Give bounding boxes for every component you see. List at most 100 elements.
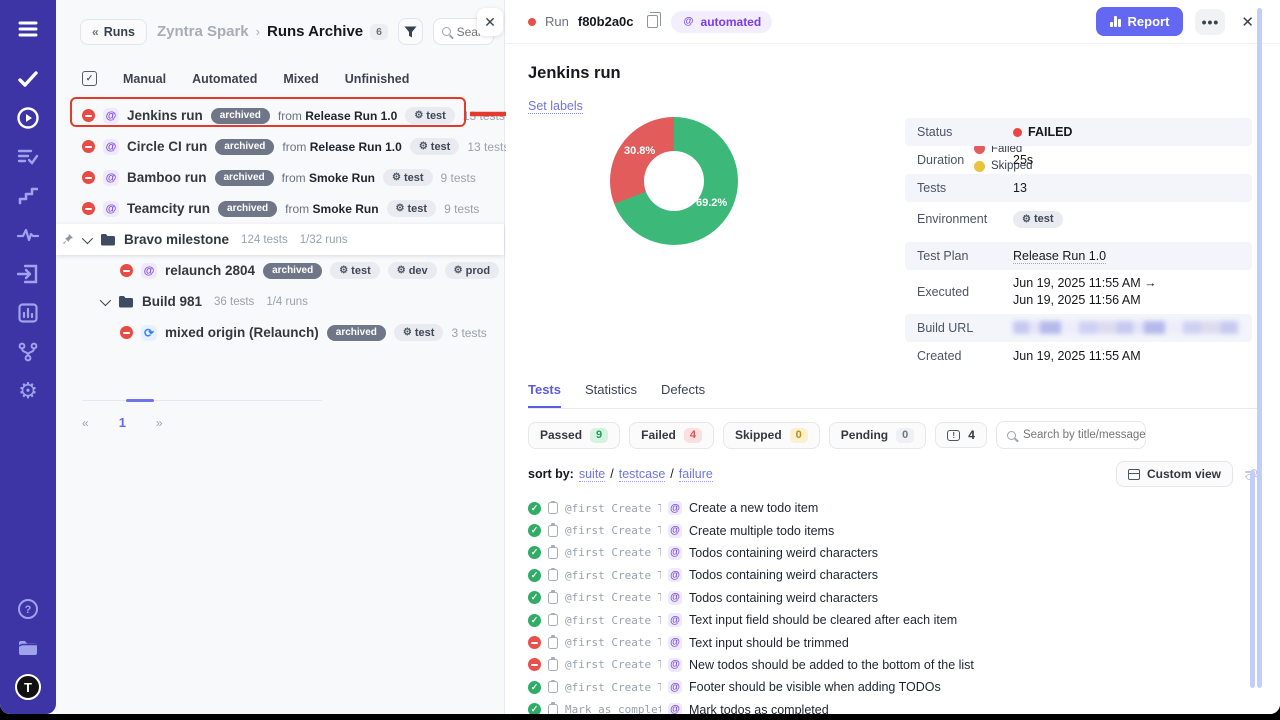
run-row-circleci[interactable]: @ Circle CI run archived from Release Ru… [56,131,504,162]
milestone-runs-meta: 1/4 runs [266,296,308,308]
filter-skipped-chip[interactable]: Skipped0 [723,422,820,449]
test-row[interactable]: @first Create To…@Create multiple todo i… [528,519,1280,541]
test-row[interactable]: @first Create To…@Todos containing weird… [528,587,1280,609]
automated-run-icon: @ [103,139,119,155]
run-row-mixed-origin[interactable]: ⟳ mixed origin (Relaunch) archived ⚙test… [56,317,504,348]
back-to-runs-button[interactable]: « Runs [80,19,147,45]
gear-icon: ⚙ [1022,214,1031,225]
page-1-button[interactable]: 1 [119,415,126,430]
panel-scrollbar[interactable] [1257,8,1262,688]
milestones-steps-icon[interactable] [15,183,41,209]
close-detail-button[interactable]: ✕ [1237,11,1258,33]
filter-failed-chip[interactable]: Failed4 [629,422,714,449]
milestone-tests-meta: 124 tests [241,234,288,246]
failed-status-icon [82,109,95,122]
page-next-button[interactable]: » [156,416,163,430]
test-row[interactable]: @first Create To…@Text input should be t… [528,631,1280,653]
help-icon[interactable]: ? [15,596,41,622]
filter-pending-chip[interactable]: Pending0 [829,422,926,449]
info-row-tests: Tests 13 [905,174,1252,202]
automated-test-icon: @ [668,501,682,515]
tests-list-scrollbar[interactable] [1250,470,1255,688]
chevron-down-icon[interactable] [100,294,111,305]
report-button[interactable]: Report [1096,7,1183,36]
run-origin-plan[interactable]: Smoke Run [309,171,375,185]
tab-unfinished[interactable]: Unfinished [345,72,410,86]
filter-passed-chip[interactable]: Passed9 [528,422,620,449]
build-url-redacted-value[interactable] [1013,321,1240,334]
run-origin-plan[interactable]: Release Run 1.0 [305,109,397,123]
tests-search-input[interactable] [1023,429,1177,441]
more-options-button[interactable]: ••• [1195,9,1225,35]
run-overview: 30.8% 69.2% Passed Failed Skipped Pendin… [506,115,1280,370]
test-plan-link[interactable]: Release Run 1.0 [1013,249,1106,264]
filter-button[interactable] [398,18,423,45]
test-title: Todos containing weird characters [689,568,878,582]
page-prev-button[interactable]: « [82,416,89,430]
test-row[interactable]: @first Create To…@Todos containing weird… [528,542,1280,564]
passed-status-icon [528,591,541,604]
testcase-clipboard-icon [548,659,558,671]
app-window: ⚙ ? T « Runs Zyntra Spark › Runs Archive… [0,0,1280,714]
run-row-teamcity[interactable]: @ Teamcity run archived from Smoke Run ⚙… [56,193,504,224]
test-row[interactable]: Mark as complete…@Mark todos as complete… [528,699,1280,714]
run-title: Circle CI run [127,139,207,154]
passed-status-icon [528,569,541,582]
passed-status-icon [528,546,541,559]
test-row[interactable]: @first Create To…@Todos containing weird… [528,564,1280,586]
run-origin-plan[interactable]: Release Run 1.0 [310,140,402,154]
pin-icon[interactable] [62,233,74,245]
failed-status-icon [82,202,95,215]
test-suite-label: @first Create To… [565,681,661,694]
testcase-clipboard-icon [548,614,558,626]
run-row-relaunch[interactable]: @ relaunch 2804 archived ⚙test ⚙dev ⚙pro… [56,255,504,286]
docs-folder-icon[interactable] [15,635,41,661]
gear-icon: ⚙ [403,327,412,338]
select-all-icon[interactable]: ✓ [82,71,97,86]
runs-play-icon[interactable] [15,105,41,131]
settings-gear-icon[interactable]: ⚙ [15,378,41,404]
test-suite-label: @first Create To… [565,614,661,627]
tab-mixed[interactable]: Mixed [283,72,318,86]
folder-icon [100,233,116,246]
tab-automated[interactable]: Automated [192,72,257,86]
chevron-down-icon[interactable] [82,232,93,243]
sort-suite-link[interactable]: suite [579,467,605,482]
copy-icon[interactable] [647,15,658,28]
run-row-jenkins[interactable]: @ Jenkins run archived from Release Run … [56,100,504,131]
custom-view-button[interactable]: Custom view [1116,461,1233,487]
test-title: Create a new todo item [689,501,818,515]
sort-testcase-link[interactable]: testcase [619,467,666,482]
tab-tests[interactable]: Tests [528,382,561,408]
close-panel-button[interactable]: ✕ [477,8,503,36]
automated-test-icon: @ [668,636,682,650]
run-row-bamboo[interactable]: @ Bamboo run archived from Smoke Run ⚙te… [56,162,504,193]
sort-failure-link[interactable]: failure [679,467,713,482]
breadcrumb-project[interactable]: Zyntra Spark [157,23,249,40]
automated-badge[interactable]: @automated [671,11,773,33]
import-icon[interactable] [15,261,41,287]
milestone-row-build981[interactable]: Build 981 36 tests 1/4 runs [56,286,504,317]
test-row[interactable]: @first Create To…@Text input field shoul… [528,609,1280,631]
test-row[interactable]: @first Create To…@Footer should be visib… [528,676,1280,698]
branch-icon[interactable] [15,339,41,365]
table-icon [1128,469,1140,480]
test-row[interactable]: @first Create To…@Create a new todo item [528,497,1280,519]
gear-icon: ⚙ [419,141,428,152]
tab-manual[interactable]: Manual [123,72,166,86]
run-origin-plan[interactable]: Smoke Run [313,202,379,216]
workspace-logo[interactable]: T [15,674,41,700]
menu-icon[interactable] [15,16,41,42]
plans-list-icon[interactable] [15,144,41,170]
tab-statistics[interactable]: Statistics [585,382,637,408]
analytics-icon[interactable] [15,300,41,326]
filter-comments-chip[interactable]: !4 [935,422,987,448]
tab-defects[interactable]: Defects [661,382,705,408]
tests-check-icon[interactable] [15,66,41,92]
activity-pulse-icon[interactable] [15,222,41,248]
test-filters: Passed9 Failed4 Skipped0 Pending0 !4 [528,421,1280,449]
set-labels-link[interactable]: Set labels [528,99,583,114]
test-suite-label: @first Create To… [565,524,661,537]
milestone-row-bravo[interactable]: Bravo milestone 124 tests 1/32 runs [56,224,504,255]
test-row[interactable]: @first Create To…@New todos should be ad… [528,654,1280,676]
